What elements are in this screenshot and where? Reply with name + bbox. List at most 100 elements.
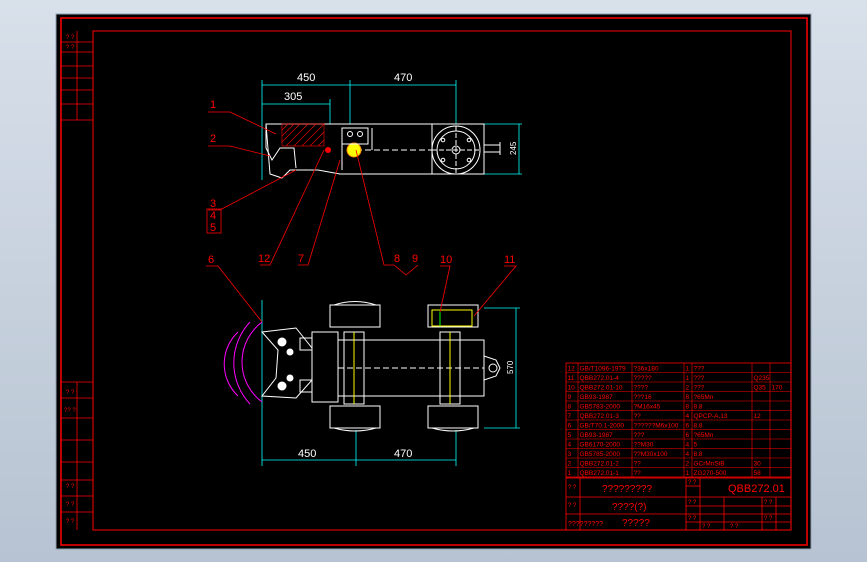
bom-cell: 4 [686,451,690,458]
bom-cell: 5 [568,432,572,439]
bom-cell: 10 [568,385,576,392]
bom-cell: 12 [754,413,762,420]
bom-cell: 11 [568,375,575,382]
drawing-number: QBB272.01 [728,483,785,495]
bom-cell: 1 [568,470,572,477]
bom-cell: ?36x180 [634,366,659,373]
bom-cell: 30 [754,461,762,468]
leader-9: 9 [412,253,418,265]
leader-11: 11 [504,254,515,266]
bom-cell: ??? [694,366,705,373]
bom-cell: ???16 [634,394,652,401]
bom-cell: QBB272.01-2 [580,461,620,468]
bom-cell: QBB272.01-1 [580,470,620,477]
left-strip-top-0: ? ? [66,35,75,41]
bom-cell: GB6170-2000 [580,442,621,449]
dim-bottom-height: 570 [506,360,515,374]
title-block-cell-c: ? ? [688,480,697,486]
leader-7: 7 [298,253,304,265]
title-block-cell-b: ? ? [568,503,577,509]
drawing-sheet [55,13,812,550]
leader-6: 6 [208,254,214,266]
bom-cell: 6 [686,432,690,439]
bom-cell: 8 [686,394,690,401]
bom-cell: GB5783-2000 [580,404,621,411]
bom-cell: GB/T70.1-2000 [580,423,625,430]
top-pin [346,142,362,158]
title-block-sheet-label: ? ? [764,516,773,522]
bom-cell: 58 [754,470,762,477]
bom-cell: 12 [568,366,576,373]
footer-left: ????????? [568,521,603,528]
bom-cell: ??? [634,432,645,439]
bom-cell: QBB272.01-3 [580,413,620,420]
bom-cell: ??M30x100 [634,451,668,458]
bom-cell: 2 [568,461,572,468]
bom-cell: 9 [568,394,572,401]
leader-2: 2 [210,133,216,145]
bom-cell: 5 [694,442,698,449]
title-block-cell-e: ? ? [688,516,697,522]
left-strip-bottom-1: ?? ? [64,408,76,414]
left-strip-bottom-3: ? ? [66,502,75,508]
bom-cell: 8.8 [694,423,703,430]
leader-12: 12 [258,253,270,265]
bom-cell: Q35 [754,385,767,392]
leader-1: 1 [210,99,216,111]
bom-cell: ?M16x45 [634,404,661,411]
leader-10: 10 [440,254,452,266]
bom-cell: 8 [568,404,572,411]
bom-cell: 4 [568,442,572,449]
bom-cell: ??M30 [634,442,654,449]
bom-cell: ZG270-500 [694,470,727,477]
bom-cell: 8.8 [694,451,703,458]
bom-cell: ?65Mn [694,432,714,439]
bom-cell: ??? [694,375,705,382]
drawing-subtitle: ????(?) [612,502,646,513]
bom-cell: 1 [686,366,690,373]
dim-top-right: 470 [394,72,412,84]
company-name: ????? [622,518,650,529]
bom-cell: 6 [686,423,690,430]
bom-cell: 170 [772,385,783,392]
drawing-canvas[interactable]: ? ? ? ? ? ? ?? ? ? ? ? ? ? ? 450 470 30 5… [0,0,867,562]
bom-cell: ????? [634,375,652,382]
dim-bottom-right: 470 [394,448,412,460]
bom-cell: QBB272.01-4 [580,375,620,382]
bom-cell: 1 [686,470,690,477]
bom-cell: ??? [694,385,705,392]
bom-cell: ??????M6x100 [634,423,679,430]
bom-cell: 3 [568,451,572,458]
drawing-title: ????????? [602,484,652,495]
bom-cell: 8 [686,404,690,411]
bom-cell: 4 [686,442,690,449]
footer-right: ? ? [730,524,739,530]
dim-bottom-left: 450 [298,448,316,460]
bom-cell: GB/T1096-1979 [580,366,627,373]
bom-cell: ?? [634,470,642,477]
bom-cell: 2 [686,461,690,468]
bom-cell: GB93-1987 [580,394,614,401]
leader-4: 4 [210,210,216,222]
cad-viewport[interactable]: ? ? ? ? ? ? ?? ? ? ? ? ? ? ? 450 470 30 5… [0,0,867,562]
bom-cell: GB5785-2000 [580,451,621,458]
title-block-scale-label: ? ? [764,500,773,506]
left-strip-bottom-0: ? ? [66,390,75,396]
bom-cell: 7 [568,413,572,420]
bom-cell: 6 [568,423,572,430]
top-marker [325,147,331,153]
left-strip-bottom-2: ? ? [66,484,75,490]
footer-mid: ? ? [702,524,711,530]
bom-cell: GB93-1987 [580,432,614,439]
dim-top-height: 245 [509,141,518,155]
bom-cell: ?65Mn [694,394,714,401]
left-strip-top-1: ? ? [66,45,75,51]
title-block-cell-a: ? ? [568,485,577,491]
bom-cell: 4 [686,413,690,420]
leader-8: 8 [394,253,400,265]
leader-3: 3 [210,198,216,210]
dim-top-left: 450 [297,72,315,84]
bom-cell: QBB272.01-10 [580,385,623,392]
bom-cell: QPCP-A.13 [694,413,728,420]
left-strip-bottom-4: ? ? [66,519,75,525]
